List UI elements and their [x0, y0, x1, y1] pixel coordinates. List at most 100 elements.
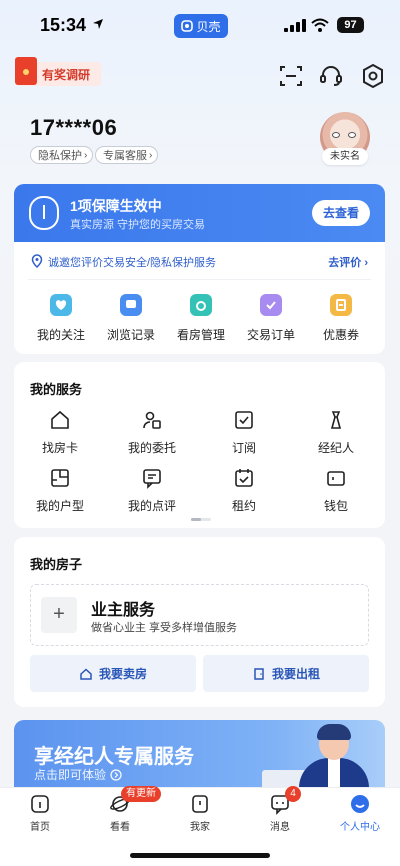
quick-item-favorites[interactable]: 我的关注: [26, 294, 96, 343]
guarantee-banner[interactable]: 1项保障生效中 真实房源 守护您的买房交易 去查看: [14, 184, 385, 242]
wallet-icon: [327, 471, 345, 486]
evaluation-text: 诚邀您评价交易安全/隐私保护服务: [48, 257, 217, 269]
profile-icon: [351, 795, 369, 813]
service-agent[interactable]: 经纪人: [296, 409, 376, 456]
camera-icon: [190, 294, 212, 316]
floorplan-icon: [51, 469, 69, 487]
tab-label: 我家: [190, 822, 210, 833]
quick-item-coupons[interactable]: 优惠券: [306, 294, 376, 343]
chat-icon: [120, 294, 142, 316]
sell-house-label: 我要卖房: [98, 667, 147, 681]
battery-indicator: 97: [337, 17, 364, 33]
service-label: 订阅: [231, 441, 256, 455]
home-icon: [31, 795, 49, 813]
quick-item-label: 看房管理: [176, 328, 225, 342]
update-badge: 有更新: [121, 786, 161, 802]
page-indicator: [191, 518, 211, 521]
tab-label: 个人中心: [340, 822, 380, 833]
tab-profile[interactable]: 个人中心: [330, 793, 390, 833]
coupon-icon: [330, 294, 352, 316]
service-label: 我的点评: [127, 499, 176, 513]
tab-messages[interactable]: 消息: [250, 793, 310, 833]
order-check-icon: [260, 294, 282, 316]
chevron-right-icon: ›: [149, 149, 153, 161]
app-indicator-pill[interactable]: 贝壳: [174, 14, 228, 38]
quick-item-label: 我的关注: [36, 328, 85, 342]
sell-house-button[interactable]: 我要卖房: [30, 655, 196, 692]
quick-item-label: 浏览记录: [106, 328, 155, 342]
survey-badge[interactable]: 有奖调研: [15, 57, 101, 86]
view-guarantee-button[interactable]: 去查看: [312, 200, 370, 226]
quick-item-history[interactable]: 浏览记录: [96, 294, 166, 343]
heart-icon: [50, 294, 72, 316]
evaluate-link[interactable]: 去评价 ›: [328, 254, 368, 270]
service-wallet[interactable]: 钱包: [296, 467, 376, 514]
location-arrow-icon: [93, 19, 103, 29]
promo-subtitle: 点击即可体验: [34, 766, 122, 783]
agent-promo-banner[interactable]: 享经纪人专属服务 点击即可体验: [14, 720, 385, 790]
house-icon: [80, 667, 92, 680]
service-tag-label: 专属客服: [103, 150, 147, 162]
quick-item-viewing[interactable]: 看房管理: [166, 294, 236, 343]
verification-badge[interactable]: 未实名: [322, 148, 368, 165]
quick-item-orders[interactable]: 交易订单: [236, 294, 306, 343]
door-icon: [254, 667, 264, 680]
home-indicator: [130, 853, 270, 858]
avatar-eye: [348, 132, 356, 138]
customer-service-icon[interactable]: [318, 63, 344, 89]
tab-my-home[interactable]: 我家: [170, 793, 230, 833]
service-comment[interactable]: 我的点评: [112, 467, 192, 514]
service-label: 钱包: [323, 499, 348, 513]
service-label: 我的委托: [127, 441, 176, 455]
service-label: 租约: [231, 499, 256, 513]
scan-icon[interactable]: [278, 63, 304, 89]
promo-title: 享经纪人专属服务: [34, 746, 194, 768]
agent-hair: [317, 724, 351, 740]
privacy-tag[interactable]: 隐私保护 ›: [30, 146, 94, 164]
my-house-title: 我的房子: [30, 557, 83, 572]
plus-icon: +: [41, 597, 77, 633]
service-house-card[interactable]: 找房卡: [20, 409, 100, 456]
service-entrust[interactable]: 我的委托: [112, 409, 192, 456]
rent-house-button[interactable]: 我要出租: [203, 655, 369, 692]
evaluate-link-label: 去评价: [328, 257, 362, 269]
quick-item-label: 交易订单: [246, 328, 295, 342]
service-tag[interactable]: 专属客服 ›: [95, 146, 159, 164]
comment-icon: [143, 469, 161, 489]
shield-icon: [29, 196, 59, 230]
evaluation-row[interactable]: 诚邀您评价交易安全/隐私保护服务 去评价 ›: [14, 242, 385, 280]
tab-label: 首页: [30, 822, 50, 833]
user-phone-number: 17****06: [30, 115, 118, 140]
status-time: 15:34: [40, 15, 87, 35]
guarantee-subtitle: 真实房源 守护您的买房交易: [70, 219, 206, 231]
tab-home[interactable]: 首页: [10, 793, 70, 833]
my-house-card: 我的房子 + 业主服务 做省心业主 享受多样增值服务 我要卖房 我要出租: [14, 537, 385, 707]
services-title: 我的服务: [30, 382, 83, 397]
guarantee-title: 1项保障生效中: [70, 198, 162, 214]
agent-shirt: [328, 758, 340, 788]
entrust-icon: [143, 411, 161, 429]
red-envelope-icon: [15, 57, 37, 85]
chevron-right-icon: ›: [84, 149, 88, 161]
service-lease[interactable]: 租约: [204, 467, 284, 514]
location-pin-icon: [31, 254, 43, 268]
tab-label: 看看: [110, 822, 130, 833]
quick-actions: 我的关注 浏览记录 看房管理 交易订单 优惠券: [14, 280, 385, 354]
service-floorplan[interactable]: 我的户型: [20, 467, 100, 514]
service-subscribe[interactable]: 订阅: [204, 409, 284, 456]
owner-service-subtitle: 做省心业主 享受多样增值服务: [91, 622, 238, 634]
my-home-icon: [192, 795, 208, 813]
service-label: 经纪人: [317, 441, 354, 455]
survey-badge-label: 有奖调研: [42, 67, 91, 82]
settings-icon[interactable]: [360, 63, 386, 89]
wifi-icon: [311, 18, 329, 32]
avatar-eye: [332, 132, 340, 138]
agent-icon: [330, 411, 342, 429]
privacy-tag-label: 隐私保护: [38, 150, 82, 162]
rent-house-label: 我要出租: [271, 667, 320, 681]
beike-logo-icon: [181, 20, 194, 32]
tab-label: 消息: [270, 822, 290, 833]
subscribe-icon: [235, 411, 253, 429]
promo-subtitle-text: 点击即可体验: [34, 768, 107, 782]
owner-service-box[interactable]: + 业主服务 做省心业主 享受多样增值服务: [30, 584, 369, 646]
